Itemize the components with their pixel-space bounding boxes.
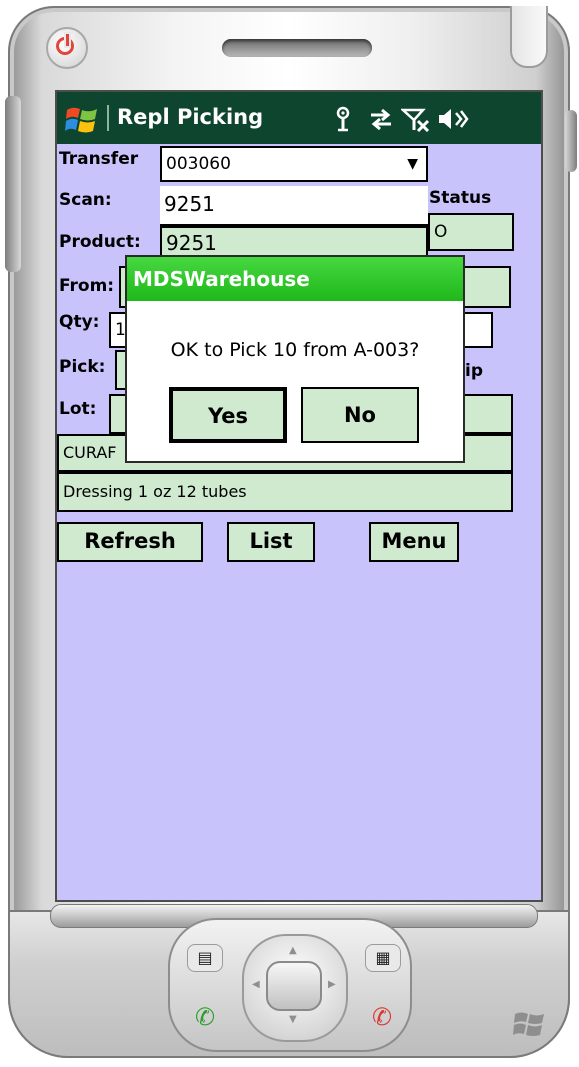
sync-arrows-icon[interactable] [367,106,395,132]
refresh-button[interactable]: Refresh [57,522,203,562]
right-softkey-icon[interactable]: ▦ [365,944,401,972]
dialog-title: MDSWarehouse [127,257,463,301]
dpad-right-icon[interactable]: ▶ [328,979,336,990]
no-button[interactable]: No [301,387,419,443]
transfer-label: Transfer [59,149,139,169]
dpad-down-icon[interactable]: ▼ [289,1014,297,1025]
scan-label: Scan: [59,190,112,210]
menu-button[interactable]: Menu [369,522,459,562]
signal-off-icon[interactable] [401,106,431,132]
side-action-key[interactable] [565,110,577,172]
lot-label: Lot: [59,399,97,419]
earpiece-speaker [222,39,372,57]
skip-label: ip [465,361,483,381]
pick-label: Pick: [59,357,106,377]
windows-logo-icon [513,1012,544,1036]
side-volume-key[interactable] [5,96,21,272]
transfer-value: 003060 [166,154,231,174]
antenna-icon[interactable] [333,106,353,132]
list-button[interactable]: List [227,522,315,562]
dialog-message: OK to Pick 10 from A-003? [170,339,420,361]
scan-input[interactable]: 9251 [160,186,428,226]
transfer-select[interactable]: 003060 ▼ [160,146,428,182]
speaker-icon[interactable] [437,106,469,132]
status-value: O [434,222,448,242]
dpad-left-icon[interactable]: ◀ [252,979,260,990]
qty-label: Qty: [59,312,100,332]
product-field: 9251 [160,226,428,258]
call-icon[interactable]: ✆ [187,1002,223,1032]
status-field: O [428,213,514,251]
yes-button[interactable]: Yes [169,387,287,443]
dpad-up-icon[interactable]: ▲ [289,945,297,956]
device-screen: Repl Picking Transfer 003060 ▼ Scan: 925… [55,90,543,902]
stylus-slot [510,6,548,68]
product-label: Product: [59,232,141,252]
confirm-dialog: MDSWarehouse OK to Pick 10 from A-003? Y… [125,255,465,463]
power-icon [56,37,74,55]
title-bar: Repl Picking [57,92,541,144]
end-call-icon[interactable]: ✆ [364,1002,400,1032]
app-title: Repl Picking [117,105,264,129]
chevron-down-icon[interactable]: ▼ [407,148,418,180]
from-label: From: [59,276,115,296]
status-label: Status [429,188,492,208]
description-line-2: Dressing 1 oz 12 tubes [57,472,513,512]
product-value: 9251 [166,231,217,255]
scan-value: 9251 [164,192,215,216]
left-softkey-icon[interactable]: ▤ [187,944,223,972]
power-button[interactable] [46,27,88,69]
dpad-center-button[interactable] [266,961,322,1011]
windows-start-icon[interactable] [65,104,99,134]
